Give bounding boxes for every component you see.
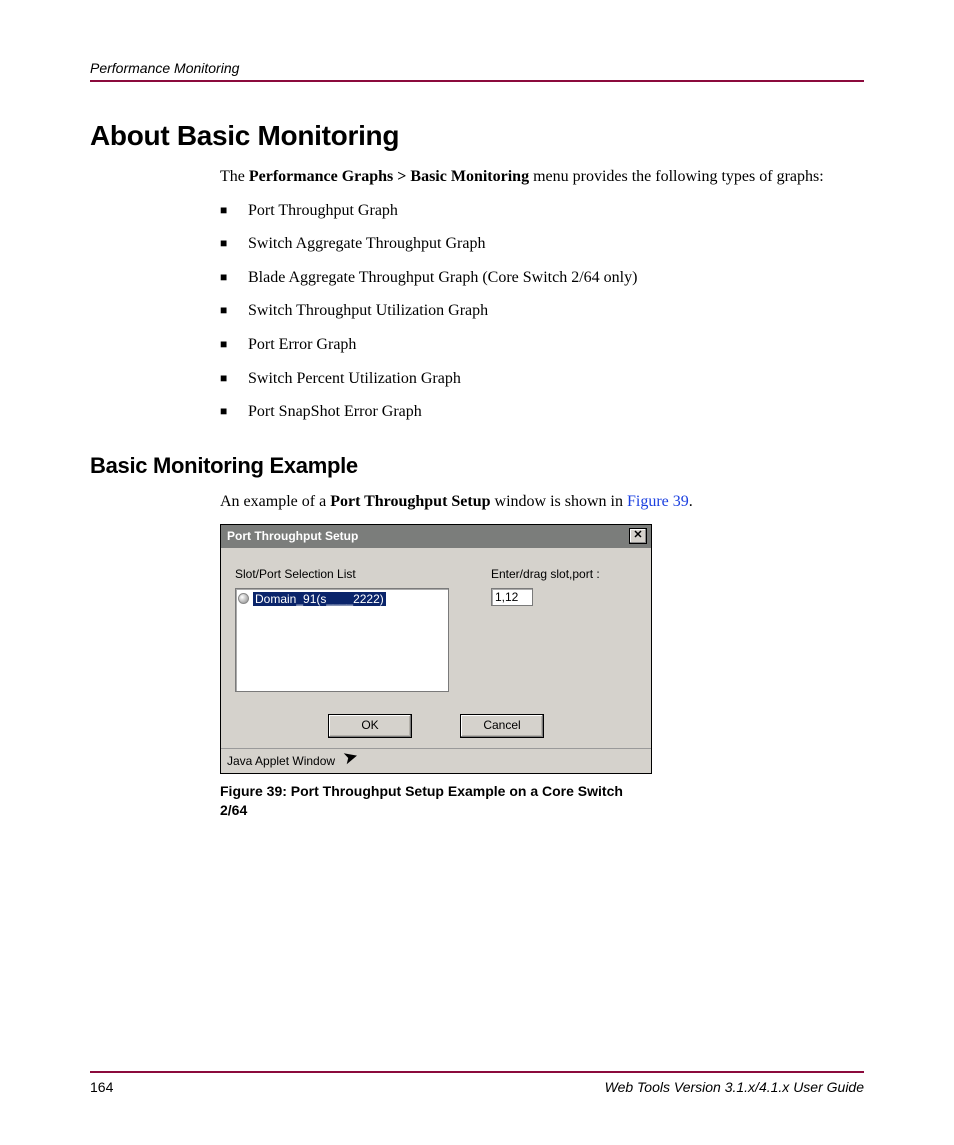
cursor-icon: ➤ bbox=[342, 750, 359, 764]
figure-caption: Figure 39: Port Throughput Setup Example… bbox=[220, 782, 652, 820]
slot-port-selection-list[interactable]: Domain_91(s____2222) bbox=[235, 588, 449, 692]
intro-menu-path: Performance Graphs > Basic Monitoring bbox=[249, 168, 529, 185]
para-mid: window is shown in bbox=[491, 493, 627, 510]
list-item: Port SnapShot Error Graph bbox=[220, 401, 864, 423]
list-item: Switch Throughput Utilization Graph bbox=[220, 300, 864, 322]
header-rule bbox=[90, 80, 864, 82]
running-head: Performance Monitoring bbox=[90, 60, 864, 76]
para-bold: Port Throughput Setup bbox=[330, 493, 490, 510]
page-number: 164 bbox=[90, 1079, 113, 1095]
statusbar-text: Java Applet Window bbox=[227, 753, 335, 769]
ok-button[interactable]: OK bbox=[328, 714, 412, 738]
intro-paragraph: The Performance Graphs > Basic Monitorin… bbox=[220, 166, 864, 188]
dialog-title-text: Port Throughput Setup bbox=[227, 528, 358, 544]
section-heading: About Basic Monitoring bbox=[90, 120, 864, 152]
tree-item[interactable]: Domain_91(s____2222) bbox=[238, 591, 446, 607]
list-item: Switch Aggregate Throughput Graph bbox=[220, 233, 864, 255]
dialog-statusbar: Java Applet Window ➤ bbox=[221, 748, 651, 773]
subsection-body: An example of a Port Throughput Setup wi… bbox=[220, 491, 864, 820]
subsection-heading: Basic Monitoring Example bbox=[90, 453, 864, 479]
intro-text-pre: The bbox=[220, 168, 249, 185]
enter-slot-port-label: Enter/drag slot,port : bbox=[491, 566, 637, 582]
dialog-titlebar[interactable]: Port Throughput Setup ✕ bbox=[221, 525, 651, 547]
list-item: Port Throughput Graph bbox=[220, 200, 864, 222]
list-item: Switch Percent Utilization Graph bbox=[220, 368, 864, 390]
list-item: Blade Aggregate Throughput Graph (Core S… bbox=[220, 267, 864, 289]
section-body: The Performance Graphs > Basic Monitorin… bbox=[220, 166, 864, 423]
intro-text-post: menu provides the following types of gra… bbox=[529, 168, 824, 185]
tree-item-label: Domain_91(s____2222) bbox=[253, 592, 386, 606]
para-pre: An example of a bbox=[220, 493, 330, 510]
figure-crossref-link[interactable]: Figure 39 bbox=[627, 493, 689, 510]
list-item: Port Error Graph bbox=[220, 334, 864, 356]
port-throughput-setup-dialog: Port Throughput Setup ✕ Slot/Port Select… bbox=[220, 524, 652, 774]
document-title: Web Tools Version 3.1.x/4.1.x User Guide bbox=[605, 1079, 864, 1095]
cancel-button[interactable]: Cancel bbox=[460, 714, 544, 738]
para-post: . bbox=[689, 493, 693, 510]
slot-port-list-label: Slot/Port Selection List bbox=[235, 566, 491, 582]
page-footer: 164 Web Tools Version 3.1.x/4.1.x User G… bbox=[90, 1071, 864, 1095]
footer-rule bbox=[90, 1071, 864, 1073]
tree-node-icon bbox=[238, 593, 249, 604]
graph-types-list: Port Throughput Graph Switch Aggregate T… bbox=[220, 200, 864, 423]
slot-port-input[interactable]: 1,12 bbox=[491, 588, 533, 606]
example-paragraph: An example of a Port Throughput Setup wi… bbox=[220, 491, 864, 513]
close-button[interactable]: ✕ bbox=[629, 528, 647, 544]
